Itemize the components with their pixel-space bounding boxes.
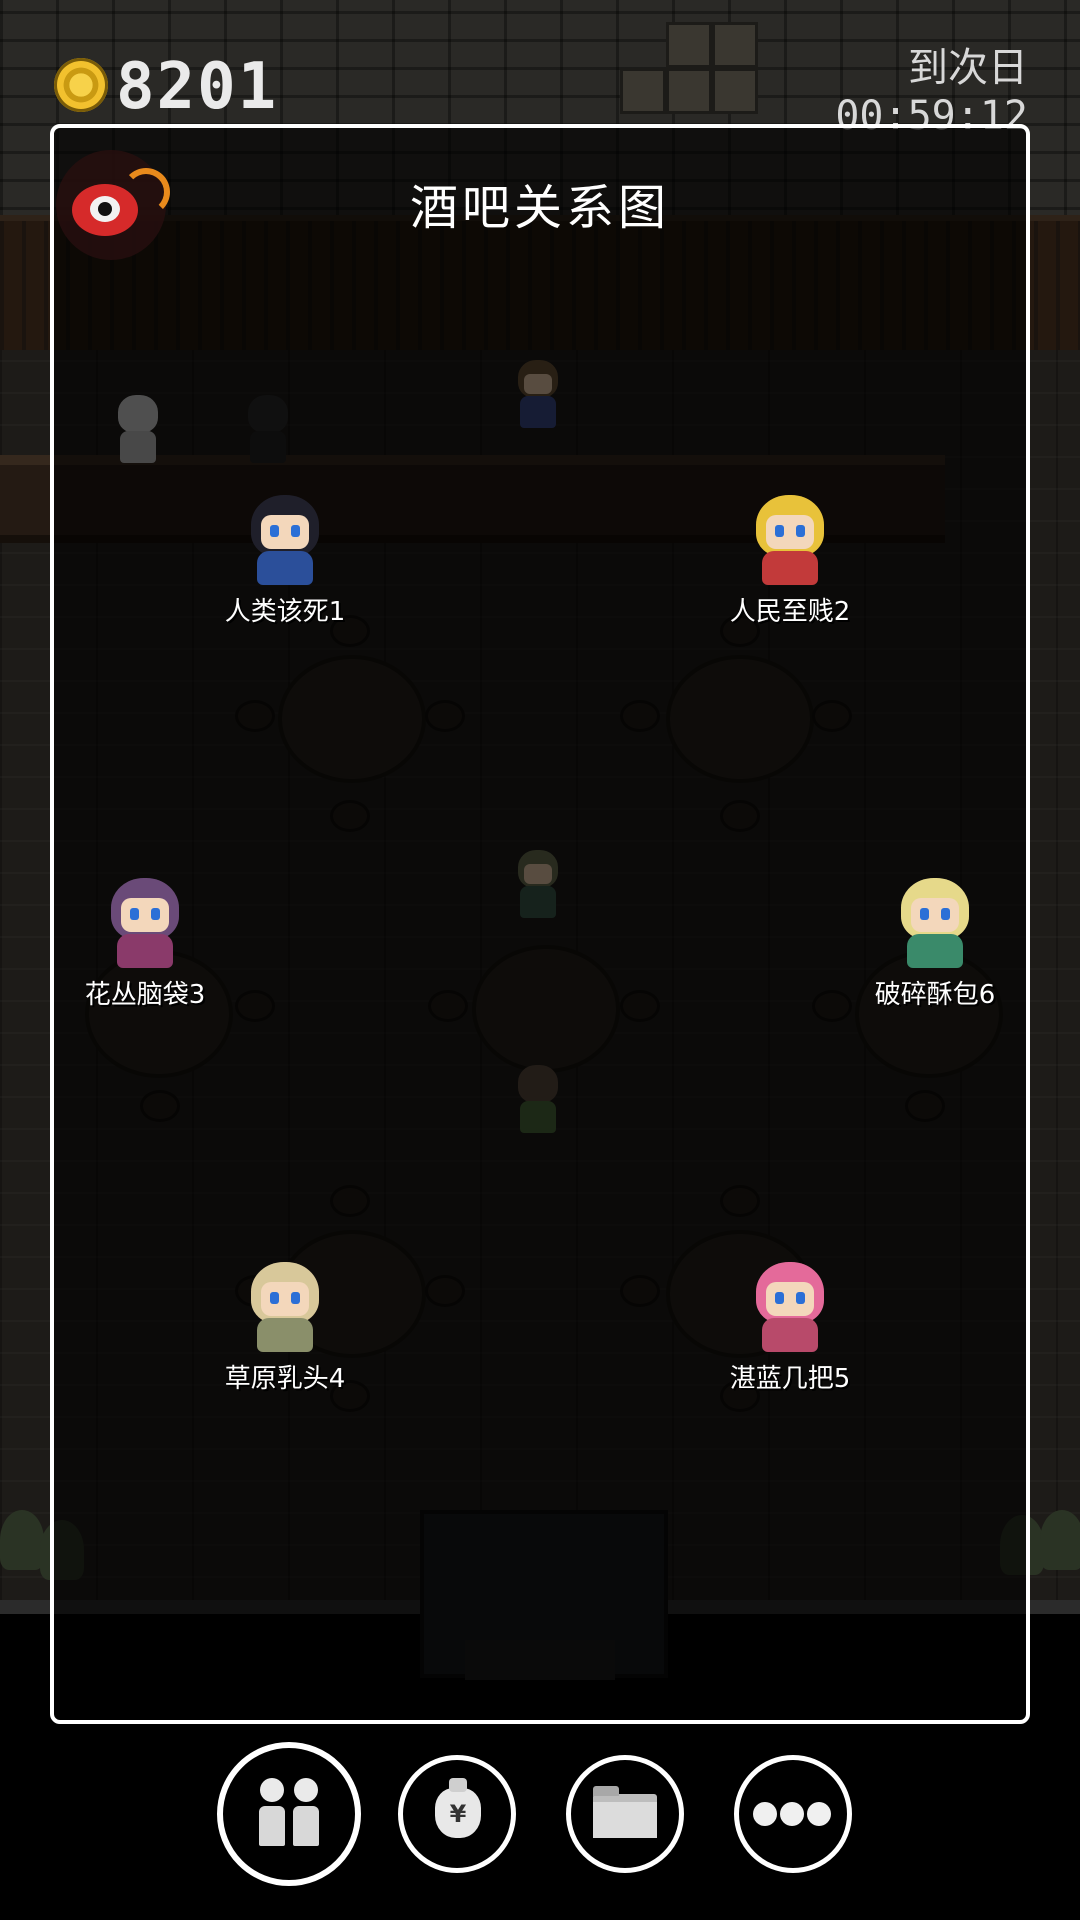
gold-amount: 8201 xyxy=(116,50,279,124)
member-avatar xyxy=(105,878,185,968)
member-name: 草原乳头4 xyxy=(224,1364,346,1394)
money-button[interactable]: ¥ xyxy=(398,1755,516,1873)
member-4[interactable]: 草原乳头4 xyxy=(175,1262,395,1395)
folder-icon xyxy=(593,1786,657,1838)
panel-title: 酒吧关系图 xyxy=(409,180,670,236)
crate xyxy=(666,68,712,114)
member-6[interactable]: 破碎酥包6 xyxy=(825,878,1045,1011)
member-1[interactable]: 人类该死1 xyxy=(175,495,395,628)
potted-plant xyxy=(0,1510,44,1570)
member-5[interactable]: 湛蓝几把5 xyxy=(680,1262,900,1395)
member-2[interactable]: 人民至贱2 xyxy=(680,495,900,628)
member-avatar xyxy=(245,1262,325,1352)
money-bag-icon: ¥ xyxy=(435,1778,481,1838)
crate xyxy=(712,22,758,68)
member-name: 人民至贱2 xyxy=(729,597,851,627)
member-avatar xyxy=(895,878,975,968)
member-avatar xyxy=(245,495,325,585)
member-name: 湛蓝几把5 xyxy=(729,1364,851,1394)
more-button[interactable] xyxy=(734,1755,852,1873)
crate xyxy=(666,22,712,68)
member-3[interactable]: 花丛脑袋3 xyxy=(35,878,255,1011)
relationship-button[interactable] xyxy=(217,1742,361,1886)
potted-plant xyxy=(1040,1510,1080,1570)
member-avatar xyxy=(750,495,830,585)
more-icon xyxy=(753,1802,835,1828)
crate xyxy=(712,68,758,114)
folder-button[interactable] xyxy=(566,1755,684,1873)
member-name: 人类该死1 xyxy=(224,597,346,627)
next-day-label: 到次日 xyxy=(908,45,1028,91)
gold-coin-icon xyxy=(54,58,108,112)
member-name: 花丛脑袋3 xyxy=(84,980,206,1010)
crate xyxy=(620,68,666,114)
member-avatar xyxy=(750,1262,830,1352)
member-name: 破碎酥包6 xyxy=(874,980,996,1010)
